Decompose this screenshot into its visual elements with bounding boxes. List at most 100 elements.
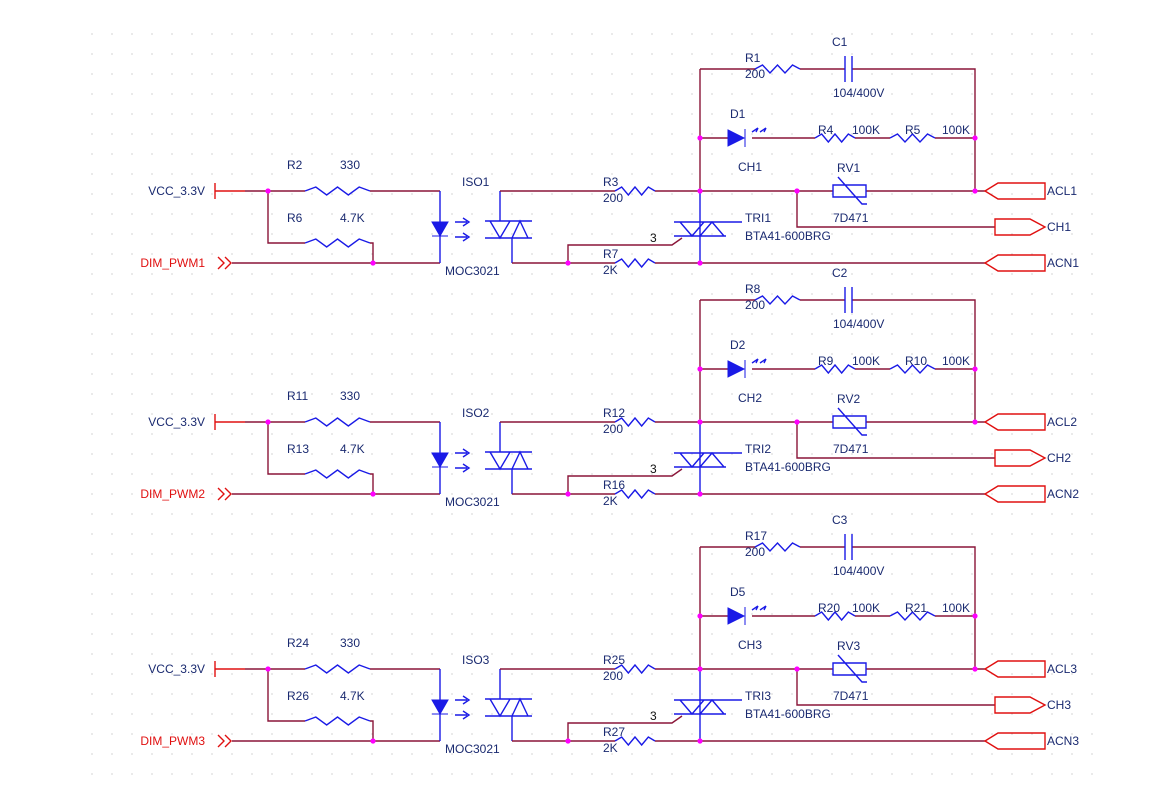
grid-dot [291, 613, 293, 615]
grid-dot [931, 453, 933, 455]
grid-dot [491, 693, 493, 695]
grid-dot [531, 233, 533, 235]
grid-dot [131, 133, 133, 135]
grid-dot [651, 753, 653, 755]
grid-dot [591, 173, 593, 175]
grid-dot [931, 73, 933, 75]
grid-dot [551, 473, 553, 475]
grid-dot [511, 213, 513, 215]
grid-dot [211, 173, 213, 175]
grid-dot [591, 53, 593, 55]
grid-dot [591, 33, 593, 35]
grid-dot [771, 113, 773, 115]
grid-dot [451, 113, 453, 115]
grid-dot [551, 433, 553, 435]
grid-dot [711, 33, 713, 35]
grid-dot [1031, 133, 1033, 135]
grid-dot [311, 373, 313, 375]
grid-dot [931, 473, 933, 475]
grid-dot [791, 433, 793, 435]
grid-dot [631, 733, 633, 735]
grid-dot [691, 593, 693, 595]
triac-part: BTA41-600BRG [745, 460, 831, 474]
grid-dot [1031, 313, 1033, 315]
grid-dot [771, 773, 773, 775]
grid-dot [1091, 133, 1093, 135]
grid-dot [951, 213, 953, 215]
grid-dot [211, 533, 213, 535]
grid-dot [751, 753, 753, 755]
grid-dot [791, 753, 793, 755]
grid-dot [611, 473, 613, 475]
grid-dot [271, 293, 273, 295]
grid-dot [191, 773, 193, 775]
grid-dot [791, 33, 793, 35]
junction-dot [565, 491, 571, 497]
grid-dot [711, 413, 713, 415]
grid-dot [351, 413, 353, 415]
grid-dot [151, 273, 153, 275]
grid-dot [931, 773, 933, 775]
grid-dot [371, 533, 373, 535]
grid-dot [551, 73, 553, 75]
grid-dot [331, 533, 333, 535]
grid-dot [571, 433, 573, 435]
grid-dot [411, 133, 413, 135]
grid-dot [951, 773, 953, 775]
grid-dot [291, 273, 293, 275]
grid-dot [511, 753, 513, 755]
grid-dot [911, 653, 913, 655]
grid-dot [771, 433, 773, 435]
grid-dot [751, 733, 753, 735]
grid-dot [1051, 593, 1053, 595]
grid-dot [811, 573, 813, 575]
grid-dot [451, 773, 453, 775]
grid-dot [711, 733, 713, 735]
grid-dot [871, 653, 873, 655]
grid-dot [931, 233, 933, 235]
grid-dot [371, 133, 373, 135]
grid-dot [131, 33, 133, 35]
grid-dot [611, 573, 613, 575]
grid-dot [671, 433, 673, 435]
grid-dot [111, 653, 113, 655]
r-gate-ref: R25 [603, 653, 625, 667]
grid-dot [491, 733, 493, 735]
grid-dot [511, 173, 513, 175]
grid-dot [431, 773, 433, 775]
grid-dot [1091, 493, 1093, 495]
grid-dot [551, 153, 553, 155]
grid-dot [271, 113, 273, 115]
grid-dot [251, 413, 253, 415]
resistor-r-b [304, 716, 371, 726]
grid-dot [711, 113, 713, 115]
grid-dot [511, 53, 513, 55]
port-acl-label: ACL3 [1047, 662, 1077, 676]
grid-dot [311, 313, 313, 315]
grid-dot [271, 533, 273, 535]
grid-dot [271, 453, 273, 455]
grid-dot [231, 293, 233, 295]
grid-dot [331, 593, 333, 595]
grid-dot [991, 613, 993, 615]
grid-dot [231, 513, 233, 515]
grid-dot [631, 33, 633, 35]
grid-dot [391, 673, 393, 675]
grid-dot [91, 613, 93, 615]
opto-led-icon [431, 221, 449, 238]
grid-dot [291, 133, 293, 135]
grid-dot [611, 713, 613, 715]
grid-dot [291, 53, 293, 55]
grid-dot [331, 293, 333, 295]
grid-dot [511, 773, 513, 775]
grid-dot [511, 393, 513, 395]
grid-dot [1011, 513, 1013, 515]
grid-dot [611, 233, 613, 235]
grid-dot [1091, 373, 1093, 375]
grid-dot [91, 433, 93, 435]
triac-icon [674, 669, 742, 741]
grid-dot [131, 473, 133, 475]
triac-icon [674, 422, 742, 494]
grid-dot [151, 633, 153, 635]
grid-dot [451, 633, 453, 635]
